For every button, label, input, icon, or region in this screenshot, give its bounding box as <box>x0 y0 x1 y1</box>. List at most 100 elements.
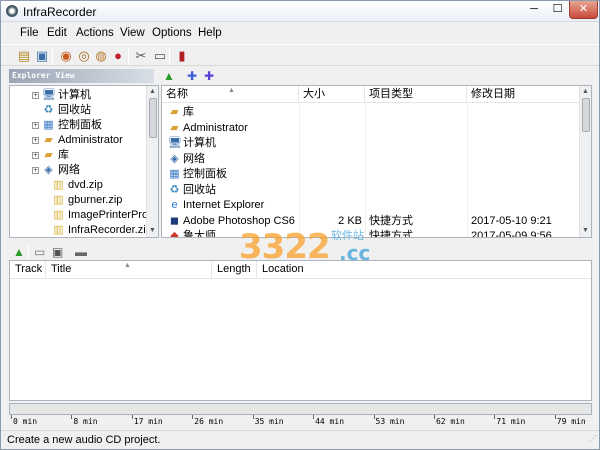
tree-item-label: dvd.zip <box>68 179 103 191</box>
file-row[interactable]: ♻ 回收站 <box>162 183 580 198</box>
zip-icon: ▥ <box>53 224 64 236</box>
user-folder-icon: ▰ <box>44 134 53 146</box>
audio-track-list[interactable]: Track Title ▲ Length Location <box>9 260 592 401</box>
maximize-button[interactable]: ☐ <box>546 1 569 19</box>
file-row[interactable]: 🖥 计算机 <box>162 136 580 151</box>
file-name: 计算机 <box>183 137 216 149</box>
column-track[interactable]: Track <box>10 261 46 278</box>
burn-image-icon[interactable]: ◉ <box>58 48 74 64</box>
menu-bar: File Edit Actions View Options Help <box>1 23 599 43</box>
file-name: 网络 <box>183 152 205 165</box>
file-list-scrollbar[interactable]: ▲ ▼ <box>579 86 591 237</box>
ruler-label: 79 min <box>556 417 586 426</box>
file-row[interactable]: ◼ Adobe Photoshop CS6 2 KB 快捷方式 2017-05-10 9… <box>162 214 580 229</box>
file-row[interactable]: ◈ 网络 <box>162 152 580 167</box>
record-icon[interactable]: ● <box>110 48 126 64</box>
file-size: 2 KB <box>338 214 362 227</box>
tree-scrollbar[interactable]: ▲ ▼ <box>146 86 158 237</box>
file-name: 回收站 <box>183 183 216 196</box>
menu-edit[interactable]: Edit <box>47 27 67 39</box>
menu-options[interactable]: Options <box>152 27 192 39</box>
parent-folder-icon[interactable]: ▲ <box>13 244 25 260</box>
expand-icon[interactable]: + <box>32 137 39 144</box>
app-window: InfraRecorder ─ ☐ ✕ File Edit Actions Vi… <box>0 0 600 450</box>
ruler-tick <box>71 415 73 419</box>
file-row[interactable]: ▰ Administrator <box>162 121 580 136</box>
erase-disc-icon[interactable]: ◍ <box>93 48 109 64</box>
new-project-icon[interactable]: ▤ <box>16 48 32 64</box>
new-folder-icon[interactable]: ▭ <box>34 244 45 260</box>
computer-icon: 🖥 <box>42 89 56 101</box>
file-name: Administrator <box>183 121 248 134</box>
file-row[interactable]: ◆ 鲁大师 快捷方式 2017-05-09 9:56 <box>162 229 580 238</box>
time-ruler: 0 min 8 min 17 min 26 min 35 min 44 min 53 min… <box>9 415 592 429</box>
expand-icon[interactable]: + <box>32 122 39 129</box>
column-title[interactable]: Title ▲ <box>46 261 212 278</box>
copy-disc-icon[interactable]: ◎ <box>76 48 92 64</box>
column-date[interactable]: 修改日期 <box>467 86 580 103</box>
title-bar[interactable]: InfraRecorder ─ ☐ ✕ <box>1 1 599 22</box>
tree-item-label: 回收站 <box>58 104 91 116</box>
control-panel-icon: ▦ <box>43 119 54 131</box>
scroll-down-arrow-icon[interactable]: ▼ <box>580 225 591 236</box>
status-text: Create a new audio CD project. <box>7 434 161 446</box>
file-row[interactable]: ▦ 控制面板 <box>162 167 580 182</box>
ruler-label: 44 min <box>315 417 345 426</box>
tree-item-label: 网络 <box>58 164 80 176</box>
expand-icon[interactable]: + <box>32 92 39 99</box>
ruler-label: 35 min <box>254 417 284 426</box>
toolbar-separator <box>52 48 53 65</box>
zip-icon: ▥ <box>53 179 64 191</box>
up-arrow-icon[interactable]: ▲ <box>163 68 175 84</box>
menu-view[interactable]: View <box>120 27 145 39</box>
column-type[interactable]: 项目类型 <box>365 86 467 103</box>
file-browser[interactable]: 名称 ▲ 大小 项目类型 修改日期 ▰ 库 ▰ Administrator 🖥 计算机 ◈ 网… <box>161 85 592 238</box>
column-location[interactable]: Location <box>257 261 357 278</box>
resize-grip-icon[interactable]: ⋰ <box>589 430 597 448</box>
open-project-icon[interactable]: ▣ <box>34 48 50 64</box>
ruler-tick <box>131 415 133 419</box>
remove-icon[interactable]: ▬ <box>75 244 87 260</box>
control-panel-icon: ▦ <box>169 168 180 180</box>
column-name[interactable]: 名称 ▲ <box>162 86 299 103</box>
tree-item-label: Administrator <box>58 134 123 146</box>
tools-icon[interactable]: ✂ <box>133 48 149 64</box>
sort-ascending-icon: ▲ <box>124 262 131 269</box>
scroll-up-arrow-icon[interactable]: ▲ <box>580 86 591 97</box>
menu-file[interactable]: File <box>20 27 39 39</box>
folder-tree[interactable]: + 🖥 计算机 ♻ 回收站 + ▦ 控制面板 + ▰ Administrator + ▰ 库 + ◈ 网络 ▥ dv… <box>9 85 159 238</box>
menu-help[interactable]: Help <box>198 27 222 39</box>
minimize-button[interactable]: ─ <box>522 1 546 19</box>
close-button[interactable]: ✕ <box>569 1 598 19</box>
zip-icon: ▥ <box>53 194 64 206</box>
scroll-down-arrow-icon[interactable]: ▼ <box>147 225 158 236</box>
file-row[interactable]: e Internet Explorer <box>162 198 580 213</box>
column-size[interactable]: 大小 <box>299 86 365 103</box>
ruler-label: 0 min <box>13 417 38 426</box>
tree-item-label: 库 <box>58 149 69 161</box>
menu-actions[interactable]: Actions <box>76 27 114 39</box>
add-all-icon[interactable]: ✚ <box>204 68 214 84</box>
rename-icon[interactable]: ▣ <box>52 244 63 260</box>
recycle-bin-icon: ♻ <box>43 104 54 116</box>
disc-info-icon[interactable]: ▭ <box>152 48 168 64</box>
exit-icon[interactable]: ▮ <box>174 48 190 64</box>
app-shortcut-icon: ◆ <box>170 230 179 238</box>
expand-icon[interactable]: + <box>32 167 39 174</box>
app-disc-icon <box>6 5 18 17</box>
file-scroll-thumb[interactable] <box>582 98 590 132</box>
tree-item-label: 计算机 <box>58 89 91 101</box>
computer-icon: 🖥 <box>168 137 182 149</box>
tree-scroll-thumb[interactable] <box>149 98 157 138</box>
ruler-tick <box>313 415 315 419</box>
file-name: Adobe Photoshop CS6 <box>183 214 295 227</box>
network-icon: ◈ <box>170 152 179 165</box>
expand-icon[interactable]: + <box>32 152 39 159</box>
file-modified-date: 2017-05-09 9:56 <box>471 230 552 238</box>
add-icon[interactable]: ✚ <box>187 68 197 84</box>
scroll-up-arrow-icon[interactable]: ▲ <box>147 86 158 97</box>
file-type: 快捷方式 <box>369 214 413 227</box>
toolbar-separator <box>169 48 170 65</box>
file-row[interactable]: ▰ 库 <box>162 105 580 120</box>
column-length[interactable]: Length <box>212 261 257 278</box>
